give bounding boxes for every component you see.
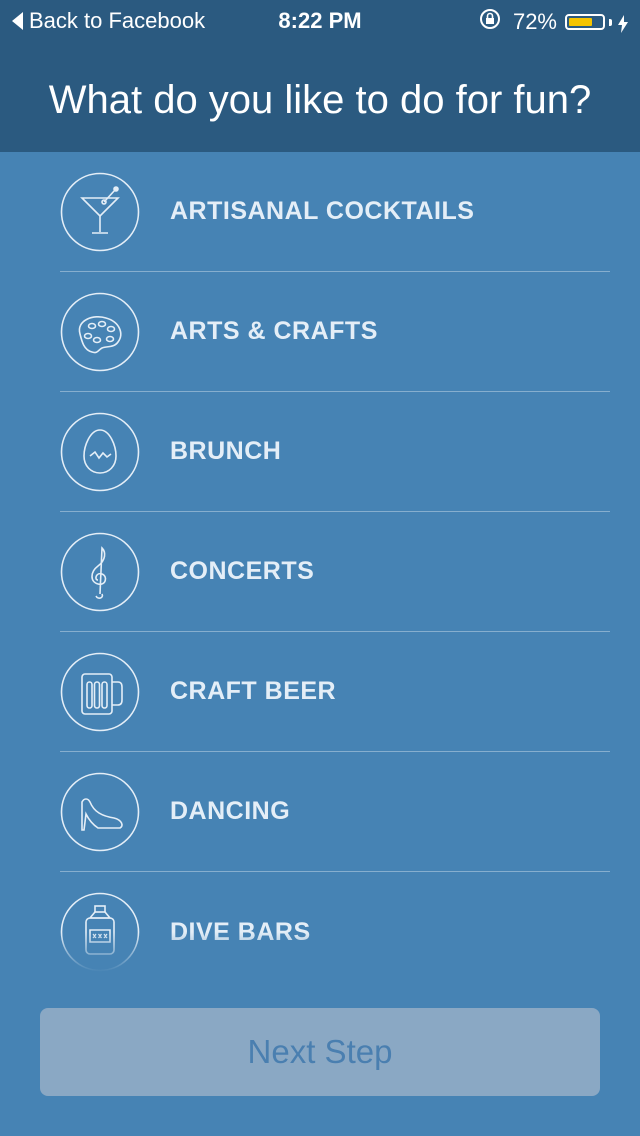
status-bar: Back to Facebook 8:22 PM 72%	[0, 0, 640, 40]
activity-item-brunch[interactable]: BRUNCH	[60, 392, 610, 512]
header: Back to Facebook 8:22 PM 72% What do you…	[0, 0, 640, 152]
activity-label: ARTISANAL COCKTAILS	[170, 197, 475, 225]
rotation-lock-icon	[479, 8, 501, 36]
high-heel-icon	[60, 772, 140, 852]
activity-item-artisanal-cocktails[interactable]: ARTISANAL COCKTAILS	[60, 152, 610, 272]
activity-item-arts-crafts[interactable]: ARTS & CRAFTS	[60, 272, 610, 392]
page-title: What do you like to do for fun?	[48, 78, 592, 122]
battery-level-fill	[569, 18, 592, 26]
cocktail-icon	[60, 172, 140, 252]
palette-icon	[60, 292, 140, 372]
activity-item-dancing[interactable]: DANCING	[60, 752, 610, 872]
whiskey-jug-icon	[60, 892, 140, 972]
activity-label: DIVE BARS	[170, 917, 311, 946]
treble-clef-icon	[60, 532, 140, 612]
charging-bolt-icon	[618, 13, 628, 33]
battery-nub	[609, 18, 612, 26]
activity-label: BRUNCH	[170, 437, 282, 465]
battery-percent: 72%	[512, 9, 557, 34]
status-right: 72%	[479, 8, 628, 36]
activity-item-concerts[interactable]: CONCERTS	[60, 512, 610, 632]
next-step-button[interactable]: Next Step	[40, 1008, 600, 1096]
activity-label: ARTS & CRAFTS	[170, 317, 378, 345]
activity-label: DANCING	[170, 797, 291, 825]
beer-mug-icon	[60, 652, 140, 732]
battery-icon	[565, 14, 605, 30]
activity-item-craft-beer[interactable]: CRAFT BEER	[60, 632, 610, 752]
activity-label: CONCERTS	[170, 557, 315, 585]
activity-list[interactable]: ARTISANAL COCKTAILS ARTS & CRAFTS BRUNCH…	[0, 152, 640, 972]
activity-label: CRAFT BEER	[170, 677, 337, 705]
egg-icon	[60, 412, 140, 492]
activity-item-dive-bars[interactable]: DIVE BARS	[60, 872, 610, 972]
